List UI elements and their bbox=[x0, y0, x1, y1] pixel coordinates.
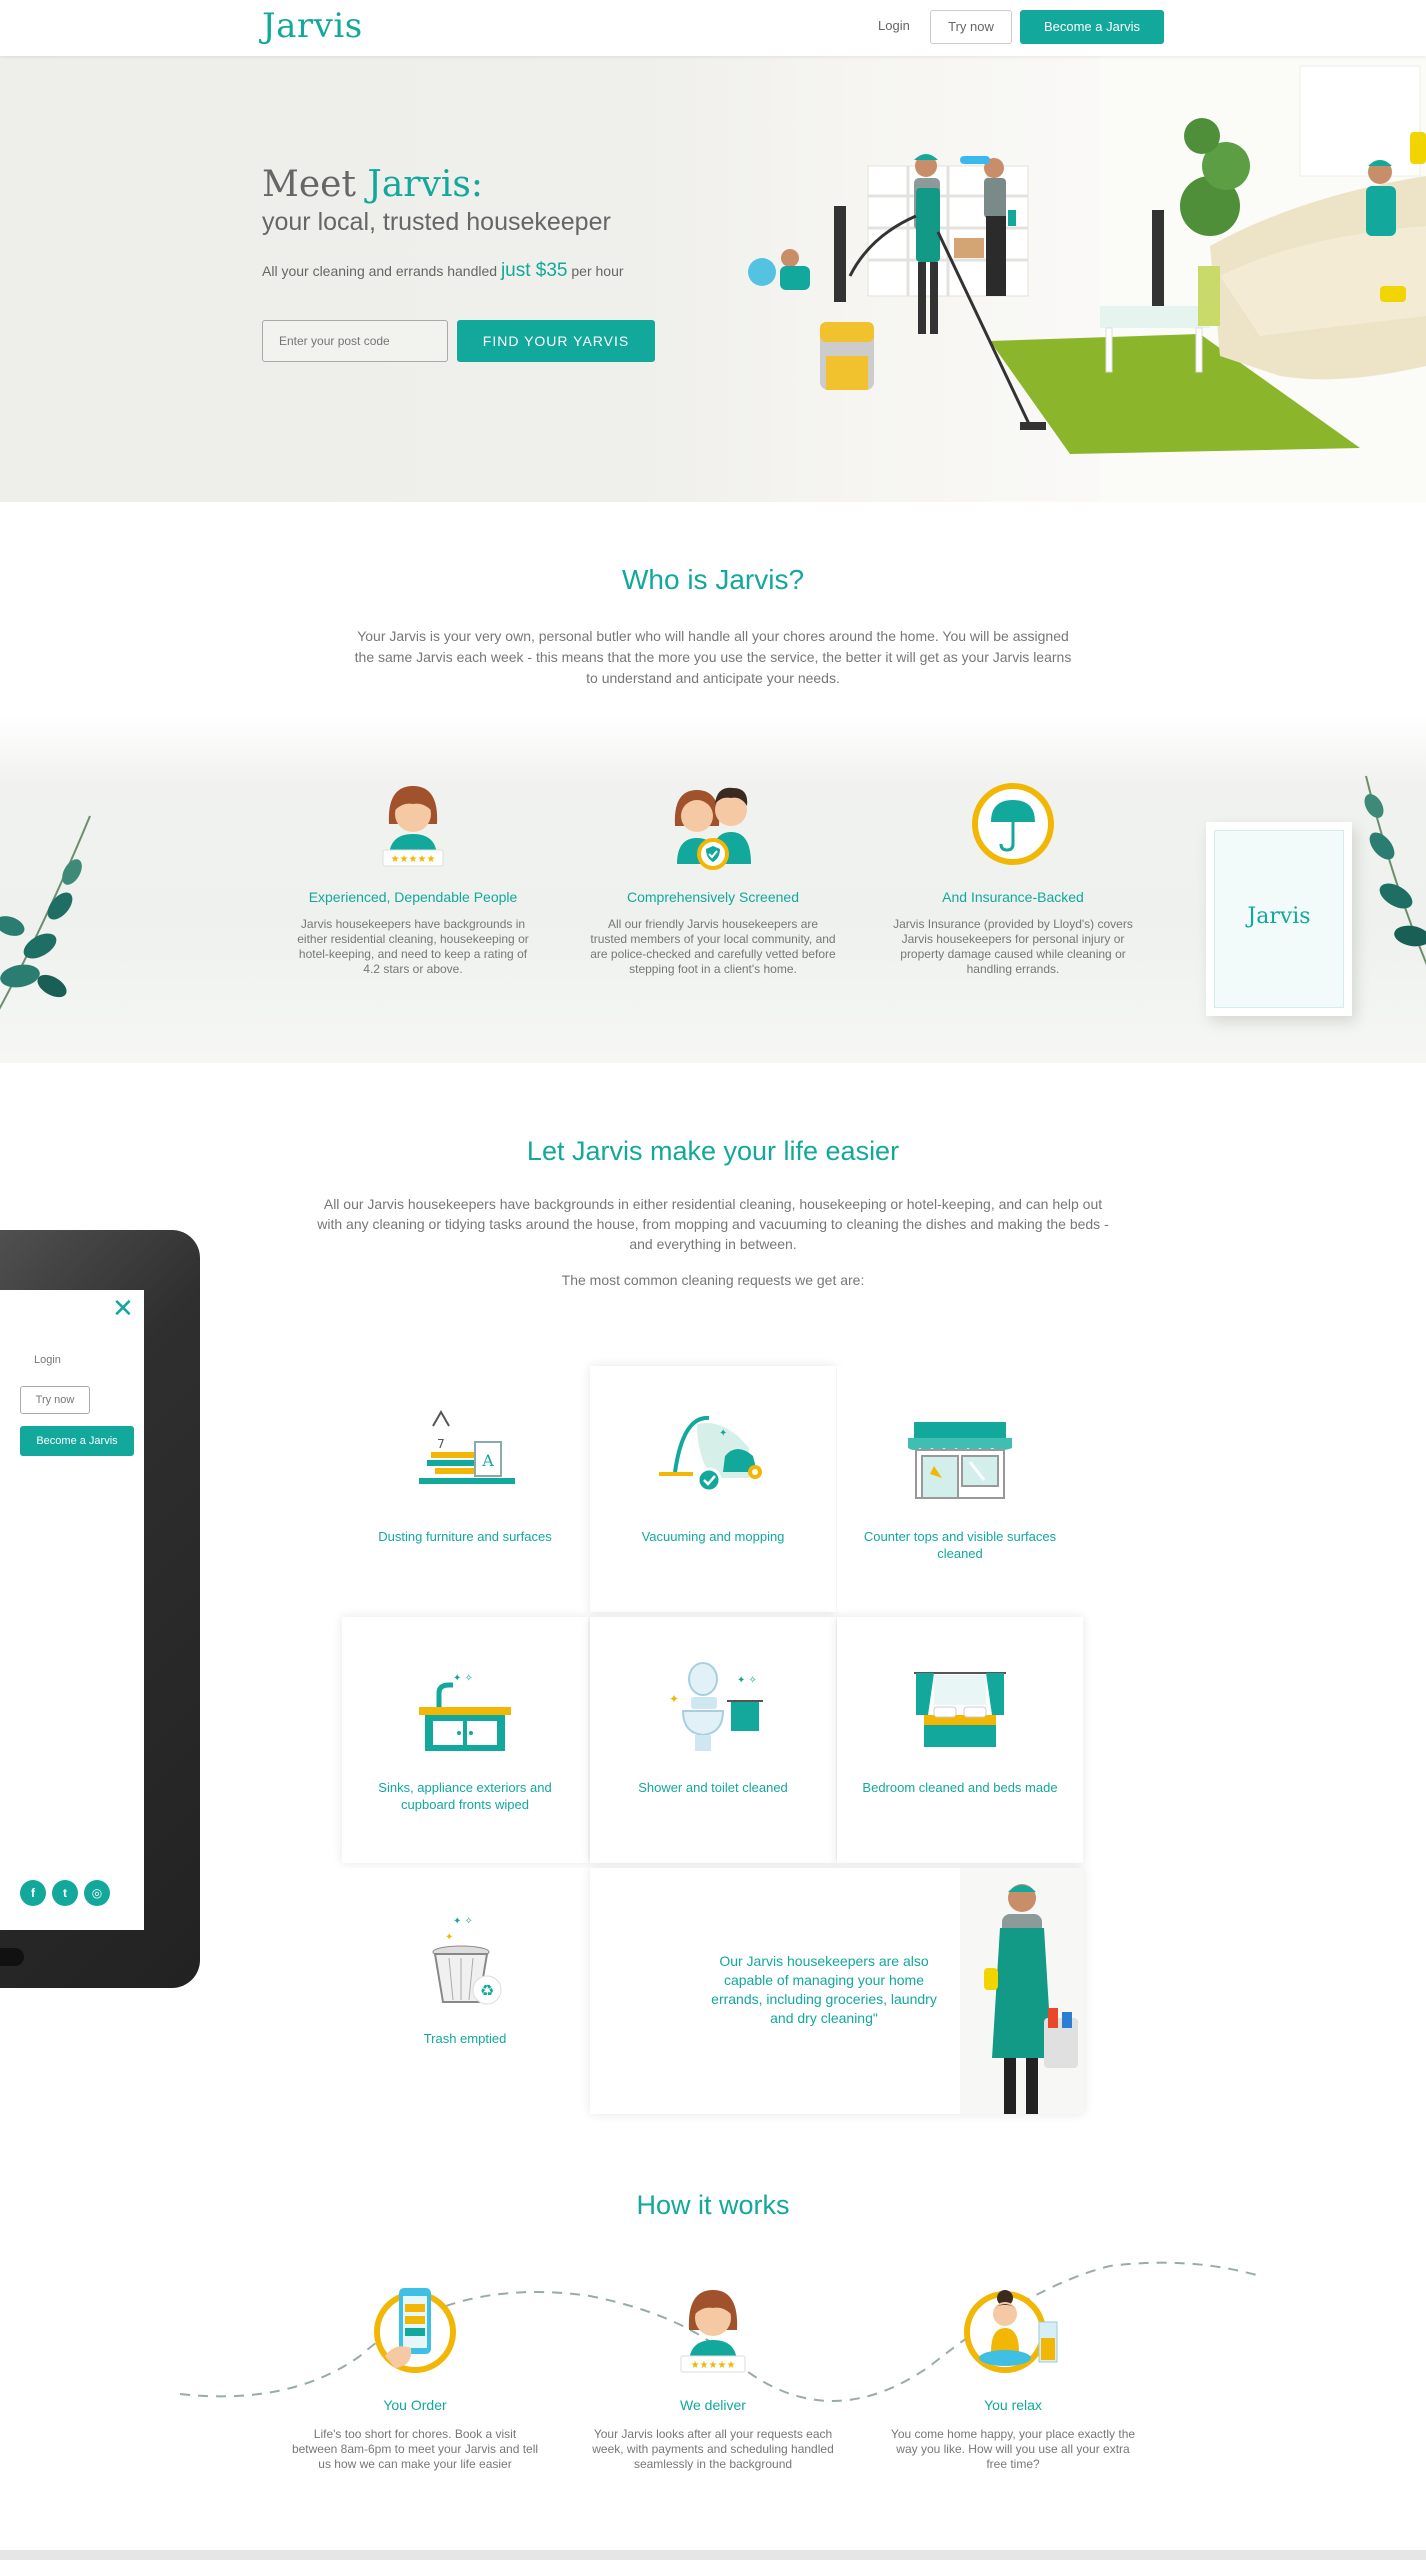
feature-text: All our friendly Jarvis housekeepers are… bbox=[590, 917, 836, 976]
svg-text:✦ ✧: ✦ ✧ bbox=[453, 1916, 473, 1927]
feature-experienced: ★★★★★ Experienced, Dependable People Jar… bbox=[283, 774, 543, 977]
screened-people-icon bbox=[674, 787, 751, 870]
become-jarvis-button[interactable]: Become a Jarvis bbox=[1020, 10, 1164, 44]
housekeeper-photo bbox=[960, 1868, 1084, 2114]
close-icon[interactable]: ✕ bbox=[112, 1294, 134, 1324]
top-nav: Jarvis Login Try now Become a Jarvis bbox=[0, 0, 1426, 56]
service-label: Counter tops and visible surfaces cleane… bbox=[863, 1529, 1057, 1561]
svg-text:★★★★★: ★★★★★ bbox=[391, 854, 436, 865]
relaxing-person-icon bbox=[964, 2290, 1058, 2373]
svg-text:7: 7 bbox=[437, 1437, 445, 1451]
feature-screened: Comprehensively Screened All our friendl… bbox=[583, 774, 843, 977]
who-is-jarvis-text: Your Jarvis is your very own, personal b… bbox=[354, 628, 1072, 686]
feature-text: Jarvis housekeepers have backgrounds in … bbox=[297, 917, 529, 976]
service-trash: ✦ ✧ ✦ ♻ Trash emptied bbox=[342, 1868, 588, 2114]
step-we-deliver: ★★★★★ We deliver Your Jarvis looks after… bbox=[583, 2276, 843, 2472]
feature-text: Jarvis Insurance (provided by Lloyd's) c… bbox=[893, 917, 1133, 976]
phone-menu-screen: ✕ Login Try now Become a Jarvis f t ◎ bbox=[0, 1290, 144, 1930]
service-dusting: 7 A Dusting furniture and surfaces bbox=[342, 1366, 588, 1612]
storefront-icon bbox=[908, 1422, 1012, 1499]
step-title: You Order bbox=[383, 2397, 447, 2413]
svg-text:★★★★★: ★★★★★ bbox=[691, 2360, 736, 2371]
svg-text:A: A bbox=[481, 1451, 494, 1470]
eucalyptus-right-icon bbox=[1364, 775, 1426, 966]
how-it-works-heading: How it works bbox=[636, 2190, 790, 2220]
phone-order-icon bbox=[374, 2288, 456, 2373]
sink-icon: ✦ ✧ bbox=[419, 1673, 511, 1751]
try-now-button[interactable]: Try now bbox=[930, 10, 1012, 44]
service-shower-toilet: ✦ ✧ ✦ Shower and toilet cleaned bbox=[590, 1617, 836, 1863]
hero-brand: Jarvis: bbox=[367, 164, 483, 205]
feature-title: Experienced, Dependable People bbox=[308, 889, 518, 905]
svg-text:✦: ✦ bbox=[669, 1692, 679, 1706]
svg-text:♻: ♻ bbox=[480, 1981, 494, 2000]
phone-become-jarvis-button[interactable]: Become a Jarvis bbox=[20, 1426, 134, 1456]
svg-text:✦: ✦ bbox=[445, 1932, 453, 1943]
who-is-jarvis-heading: Who is Jarvis? bbox=[621, 564, 805, 595]
hero-section: Meet Jarvis: your local, trusted houseke… bbox=[0, 56, 1426, 502]
dusting-icon: 7 A bbox=[419, 1409, 515, 1484]
hero-title: Meet Jarvis: bbox=[262, 164, 483, 205]
footer-divider bbox=[0, 2550, 1426, 2560]
feature-title: Comprehensively Screened bbox=[627, 889, 799, 905]
service-label: Vacuuming and mopping bbox=[641, 1529, 785, 1544]
phone-mockup: ✕ Login Try now Become a Jarvis f t ◎ bbox=[0, 1230, 200, 1988]
step-text: Your Jarvis looks after all your request… bbox=[592, 2427, 834, 2471]
instagram-icon[interactable]: ◎ bbox=[84, 1880, 110, 1906]
hero-price: All your cleaning and errands handled ju… bbox=[262, 260, 624, 281]
housekeeper-deliver-icon: ★★★★★ bbox=[680, 2290, 746, 2373]
step-text: You come home happy, your place exactly … bbox=[890, 2427, 1136, 2471]
svg-text:✦: ✦ bbox=[719, 1428, 727, 1439]
price-amount: just $35 bbox=[500, 260, 568, 281]
housekeeper-rating-icon: ★★★★★ bbox=[382, 786, 444, 867]
umbrella-insurance-icon bbox=[972, 783, 1054, 865]
common-requests-text: The most common cleaning requests we get… bbox=[561, 1272, 865, 1288]
eucalyptus-left-icon bbox=[0, 815, 91, 1010]
feature-insurance: And Insurance-Backed Jarvis Insurance (p… bbox=[883, 774, 1143, 977]
trash-icon: ✦ ✧ ✦ ♻ bbox=[432, 1916, 502, 2005]
phone-home-button bbox=[0, 1948, 24, 1966]
service-label: Dusting furniture and surfaces bbox=[378, 1529, 552, 1544]
facebook-icon[interactable]: f bbox=[20, 1880, 46, 1906]
feature-title: And Insurance-Backed bbox=[942, 889, 1084, 905]
errands-text: Our Jarvis housekeepers are also capable… bbox=[711, 1953, 937, 2026]
frame-logo: Jarvis bbox=[1247, 904, 1311, 929]
vacuum-icon: ✦ bbox=[659, 1415, 762, 1493]
step-text: Life's too short for chores. Book a visi… bbox=[291, 2427, 539, 2471]
phone-login-link[interactable]: Login bbox=[34, 1354, 61, 1366]
hero-living-room-photo bbox=[748, 56, 1426, 502]
login-link[interactable]: Login bbox=[878, 18, 910, 33]
service-vacuuming: ✦ Vacuuming and mopping bbox=[590, 1366, 836, 1612]
service-bedroom: Bedroom cleaned and beds made bbox=[837, 1617, 1083, 1863]
step-title: We deliver bbox=[680, 2397, 746, 2413]
service-label: Bedroom cleaned and beds made bbox=[862, 1780, 1058, 1795]
bed-icon bbox=[914, 1672, 1006, 1747]
easier-text: All our Jarvis housekeepers have backgro… bbox=[317, 1196, 1109, 1252]
service-label: Sinks, appliance exteriors and cupboard … bbox=[378, 1780, 552, 1812]
twitter-icon[interactable]: t bbox=[52, 1880, 78, 1906]
features-band: ★★★★★ Experienced, Dependable People Jar… bbox=[0, 716, 1426, 1063]
hero-subtitle: your local, trusted housekeeper bbox=[262, 208, 611, 236]
easier-heading: Let Jarvis make your life easier bbox=[526, 1136, 900, 1166]
postcode-input[interactable] bbox=[262, 320, 448, 362]
service-label: Shower and toilet cleaned bbox=[638, 1780, 788, 1795]
svg-text:✦ ✧: ✦ ✧ bbox=[453, 1673, 473, 1684]
service-sinks: ✦ ✧ Sinks, appliance exteriors and cupbo… bbox=[342, 1617, 588, 1863]
service-counter-tops: Counter tops and visible surfaces cleane… bbox=[837, 1366, 1083, 1612]
step-you-relax: You relax You come home happy, your plac… bbox=[883, 2276, 1143, 2472]
step-title: You relax bbox=[984, 2397, 1042, 2413]
step-you-order: You Order Life's too short for chores. B… bbox=[285, 2276, 545, 2472]
service-label: Trash emptied bbox=[423, 2031, 507, 2046]
phone-try-now-button[interactable]: Try now bbox=[20, 1386, 90, 1414]
logo[interactable]: Jarvis bbox=[262, 6, 363, 46]
errands-card: Our Jarvis housekeepers are also capable… bbox=[590, 1868, 1084, 2114]
jarvis-picture-frame: Jarvis bbox=[1206, 822, 1352, 1016]
toilet-icon: ✦ ✧ ✦ bbox=[669, 1662, 763, 1751]
svg-text:✦ ✧: ✦ ✧ bbox=[737, 1675, 757, 1686]
find-your-yarvis-button[interactable]: FIND YOUR YARVIS bbox=[457, 320, 655, 362]
